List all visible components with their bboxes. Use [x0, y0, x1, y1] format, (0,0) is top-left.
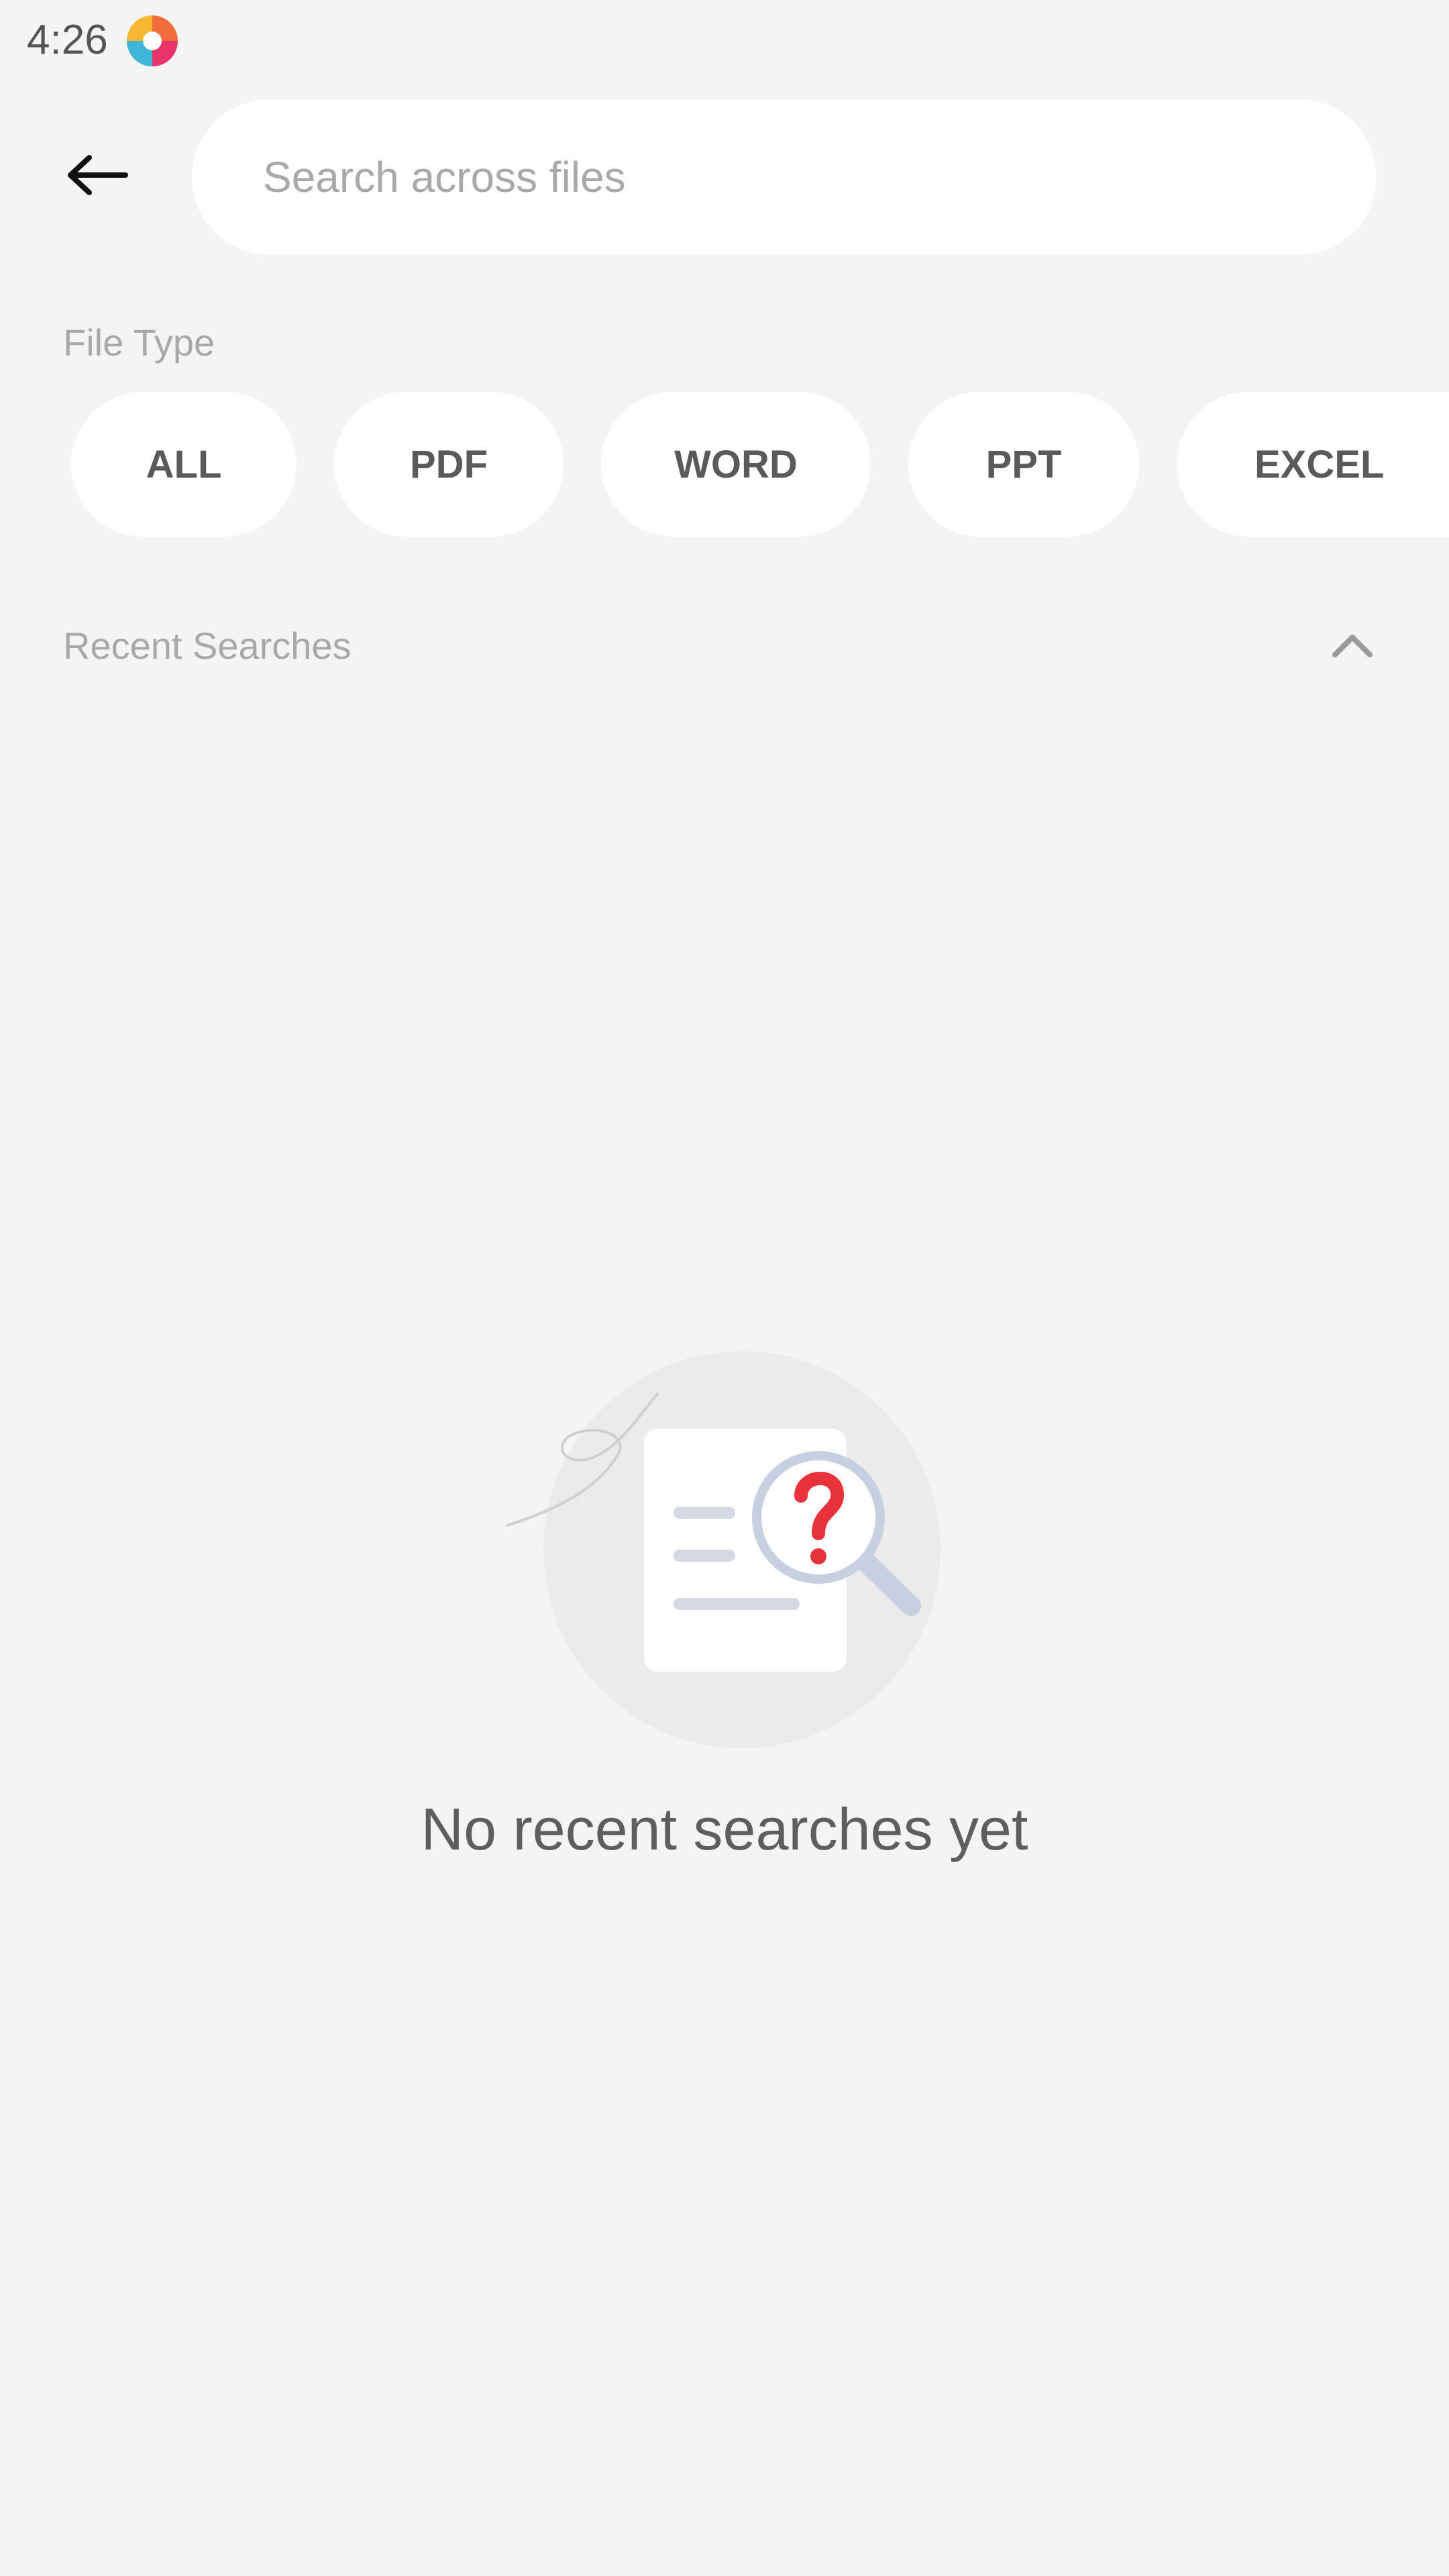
document-search-icon: [506, 1351, 941, 1748]
search-bar: [192, 99, 1377, 255]
status-time: 4:26: [27, 17, 108, 63]
app-logo-icon: [127, 15, 178, 66]
empty-state-message: No recent searches yet: [421, 1796, 1028, 1862]
back-button[interactable]: [54, 131, 141, 219]
chevron-up-icon: [1332, 635, 1373, 657]
chip-ppt[interactable]: PPT: [908, 392, 1139, 537]
recent-searches-label: Recent Searches: [63, 625, 352, 667]
chip-excel-label: EXCEL: [1254, 442, 1385, 486]
file-type-label: File Type: [63, 321, 215, 364]
collapse-recent-button[interactable]: [1319, 617, 1386, 674]
search-screen: 4:26 File Type ALL PDF WORD PPT EXCEL Re…: [0, 0, 1449, 2576]
chip-pdf[interactable]: PDF: [334, 392, 564, 537]
chip-all[interactable]: ALL: [71, 392, 297, 537]
search-input[interactable]: [263, 99, 1309, 255]
back-arrow-icon: [68, 155, 128, 195]
chip-excel[interactable]: EXCEL: [1177, 392, 1449, 537]
file-type-chips: ALL PDF WORD PPT EXCEL: [0, 392, 1449, 537]
status-bar: 4:26: [0, 0, 1449, 80]
chip-word[interactable]: WORD: [601, 392, 871, 537]
